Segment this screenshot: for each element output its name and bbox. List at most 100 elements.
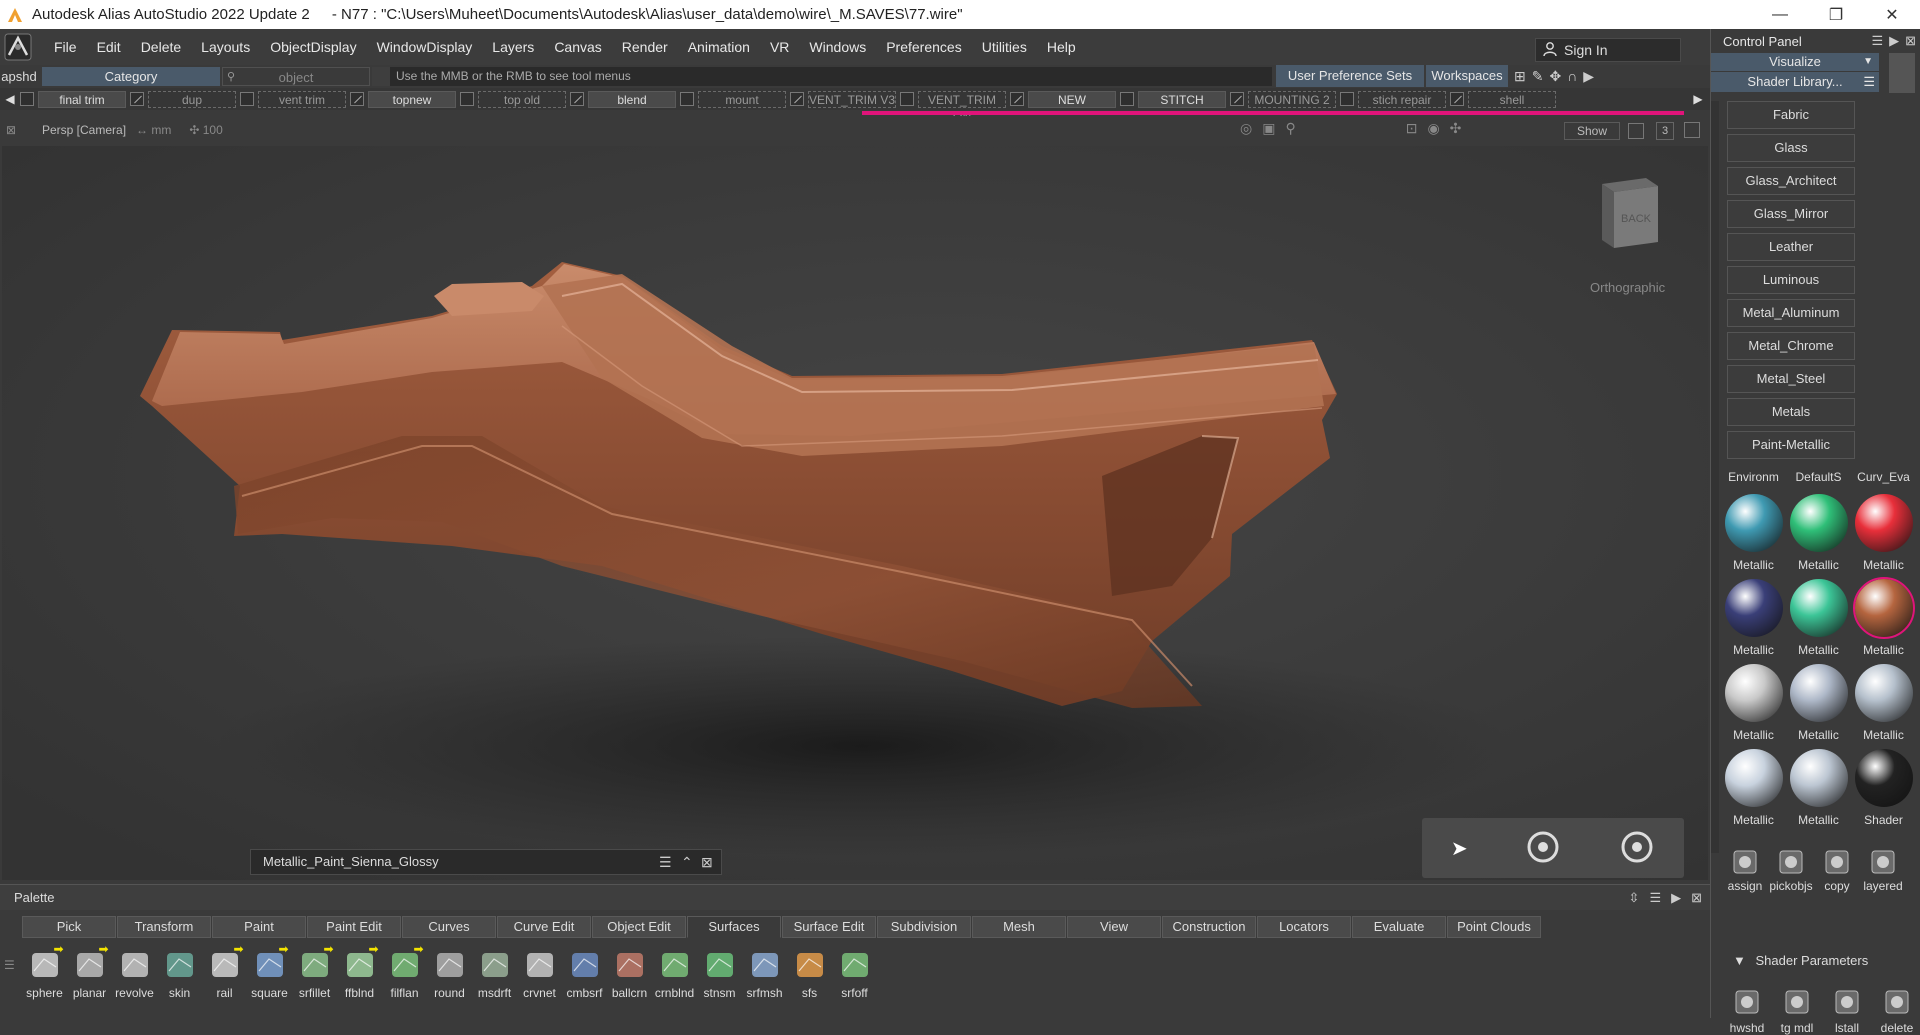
shader-swatch[interactable]: Metallic xyxy=(1721,492,1786,577)
expand-icon[interactable]: ⇳ xyxy=(1629,890,1640,906)
cp-close-icon[interactable]: ⊠ xyxy=(1905,33,1916,49)
cp-menu-icon[interactable]: ☰ xyxy=(1871,33,1883,49)
category-scrollbar[interactable] xyxy=(1711,101,1719,491)
layout-icon[interactable]: ⊞ xyxy=(1514,68,1526,85)
frame-icon[interactable]: ⊡ xyxy=(1406,120,1418,137)
tool-skin[interactable]: skin xyxy=(157,944,202,1008)
library-menu-icon[interactable]: ☰ xyxy=(1863,72,1875,92)
shelf-right-arrow-icon[interactable]: ▶ xyxy=(1688,92,1708,106)
move-view-icon[interactable]: ✣ xyxy=(1450,120,1462,137)
shelf-item-vent-trim[interactable]: vent trim xyxy=(258,90,346,108)
shader-swatch[interactable]: Metallic xyxy=(1721,577,1786,662)
shader-swatch[interactable]: Metallic xyxy=(1786,577,1851,662)
collapse-triangle-icon[interactable]: ▼ xyxy=(1733,953,1746,968)
shelf-item-top-old[interactable]: top old xyxy=(478,90,566,108)
shelf-checkbox[interactable] xyxy=(350,92,364,106)
restore-button[interactable]: ❐ xyxy=(1808,0,1864,29)
menu-delete[interactable]: Delete xyxy=(131,29,191,65)
shelf-item-new[interactable]: NEW xyxy=(1028,90,1116,108)
list-icon[interactable]: ☰ xyxy=(659,850,672,874)
palette-menu-icon[interactable]: ☰ xyxy=(1649,890,1661,906)
tool-crnblnd[interactable]: crnblnd xyxy=(652,944,697,1008)
menu-layouts[interactable]: Layouts xyxy=(191,29,260,65)
shader-swatch[interactable]: Metallic xyxy=(1851,577,1916,662)
transform-icon[interactable]: ✥ xyxy=(1549,68,1561,85)
options-arrow-icon[interactable]: ➡ xyxy=(233,942,243,956)
tool-copy[interactable]: copy xyxy=(1817,845,1857,893)
tool-square[interactable]: ➡ square xyxy=(247,942,292,1008)
shader-category-glass[interactable]: Glass xyxy=(1727,134,1855,162)
shelf-checkbox[interactable] xyxy=(900,92,914,106)
cp-play-icon[interactable]: ▶ xyxy=(1889,33,1899,49)
category-dropdown[interactable]: Category xyxy=(42,66,220,86)
tab-view[interactable]: View xyxy=(1067,916,1161,938)
options-arrow-icon[interactable]: ➡ xyxy=(53,942,63,956)
shader-swatch[interactable]: Metallic xyxy=(1851,662,1916,747)
palette-grip-icon[interactable]: ☰ xyxy=(4,958,15,972)
viewport-close-icon[interactable]: ⊠ xyxy=(6,123,16,137)
tab-construction[interactable]: Construction xyxy=(1162,916,1256,938)
palette-play-icon[interactable]: ▶ xyxy=(1671,890,1681,906)
shelf-checkbox[interactable] xyxy=(20,92,34,106)
tool-layered[interactable]: layered xyxy=(1863,845,1903,893)
menu-render[interactable]: Render xyxy=(612,29,678,65)
shelf-checkbox[interactable] xyxy=(460,92,474,106)
tab-evaluate[interactable]: Evaluate xyxy=(1352,916,1446,938)
shader-category-metal-aluminum[interactable]: Metal_Aluminum xyxy=(1727,299,1855,327)
swatch-scrollbar[interactable] xyxy=(1711,473,1719,853)
view-cube[interactable]: BACK xyxy=(1594,172,1662,262)
tool-round[interactable]: round xyxy=(427,944,472,1008)
menu-layers[interactable]: Layers xyxy=(482,29,544,65)
shelf-item-topnew[interactable]: topnew xyxy=(368,90,456,108)
shader-category-glass-architect[interactable]: Glass_Architect xyxy=(1727,167,1855,195)
show-button[interactable]: Show xyxy=(1564,122,1620,140)
shelf-item-stitch[interactable]: STITCH xyxy=(1138,90,1226,108)
tab-surface-edit[interactable]: Surface Edit xyxy=(782,916,876,938)
pan-icon[interactable] xyxy=(1619,829,1655,868)
tool-lstall[interactable]: lstall xyxy=(1825,983,1869,1035)
options-arrow-icon[interactable]: ➡ xyxy=(368,942,378,956)
shader-parameters-header[interactable]: ▼ Shader Parameters xyxy=(1733,953,1868,968)
options-arrow-icon[interactable]: ➡ xyxy=(413,942,423,956)
shelf-item-vent-trim-lin[interactable]: VENT_TRIM LIN xyxy=(918,90,1006,124)
tool-sfs[interactable]: sfs xyxy=(787,944,832,1008)
tumble-icon[interactable] xyxy=(1525,829,1561,868)
minimize-button[interactable]: — xyxy=(1752,0,1808,29)
shader-category-luminous[interactable]: Luminous xyxy=(1727,266,1855,294)
shader-swatch[interactable]: Metallic xyxy=(1721,662,1786,747)
palette-close-icon[interactable]: ⊠ xyxy=(1691,890,1702,906)
shader-swatch[interactable]: Metallic xyxy=(1786,662,1851,747)
menu-windowdisplay[interactable]: WindowDisplay xyxy=(367,29,483,65)
select-arrow-icon[interactable]: ➤ xyxy=(1451,836,1468,861)
menu-windows[interactable]: Windows xyxy=(799,29,876,65)
shader-category-fabric[interactable]: Fabric xyxy=(1727,101,1855,129)
tab-subdivision[interactable]: Subdivision xyxy=(877,916,971,938)
tool-pickobjs[interactable]: pickobjs xyxy=(1769,845,1813,893)
tab-mesh[interactable]: Mesh xyxy=(972,916,1066,938)
tool-srfmsh[interactable]: srfmsh xyxy=(742,944,787,1008)
viewport-3d[interactable]: BACK Orthographic xyxy=(2,146,1708,880)
tab-surfaces[interactable]: Surfaces xyxy=(687,916,781,938)
shader-swatch[interactable]: Shader xyxy=(1851,747,1916,832)
tab-object-edit[interactable]: Object Edit xyxy=(592,916,686,938)
shelf-item-final-trim[interactable]: final trim xyxy=(38,90,126,108)
tab-pick[interactable]: Pick xyxy=(22,916,116,938)
shader-library-button[interactable]: Shader Library... ☰ xyxy=(1711,72,1879,92)
object-search-field[interactable]: ⚲ object xyxy=(222,66,370,86)
options-arrow-icon[interactable]: ➡ xyxy=(98,942,108,956)
shelf-checkbox[interactable] xyxy=(680,92,694,106)
tool-filflan[interactable]: ➡ filflan xyxy=(382,942,427,1008)
menu-file[interactable]: File xyxy=(44,29,87,65)
shelf-item-mounting-2[interactable]: MOUNTING 2 xyxy=(1248,90,1336,108)
tab-locators[interactable]: Locators xyxy=(1257,916,1351,938)
shelf-checkbox[interactable] xyxy=(1120,92,1134,106)
menu-canvas[interactable]: Canvas xyxy=(544,29,611,65)
tool-cmbsrf[interactable]: cmbsrf xyxy=(562,944,607,1008)
tool-rail[interactable]: ➡ rail xyxy=(202,942,247,1008)
tab-paint-edit[interactable]: Paint Edit xyxy=(307,916,401,938)
shelf-item-shell[interactable]: shell xyxy=(1468,90,1556,108)
shader-name-field[interactable]: Metallic_Paint_Sienna_Glossy ☰ ⌃ ⊠ xyxy=(250,849,722,875)
camera-label[interactable]: Persp [Camera] xyxy=(42,123,126,137)
tool-planar[interactable]: ➡ planar xyxy=(67,942,112,1008)
tools-icon[interactable]: ✎ xyxy=(1532,68,1544,85)
